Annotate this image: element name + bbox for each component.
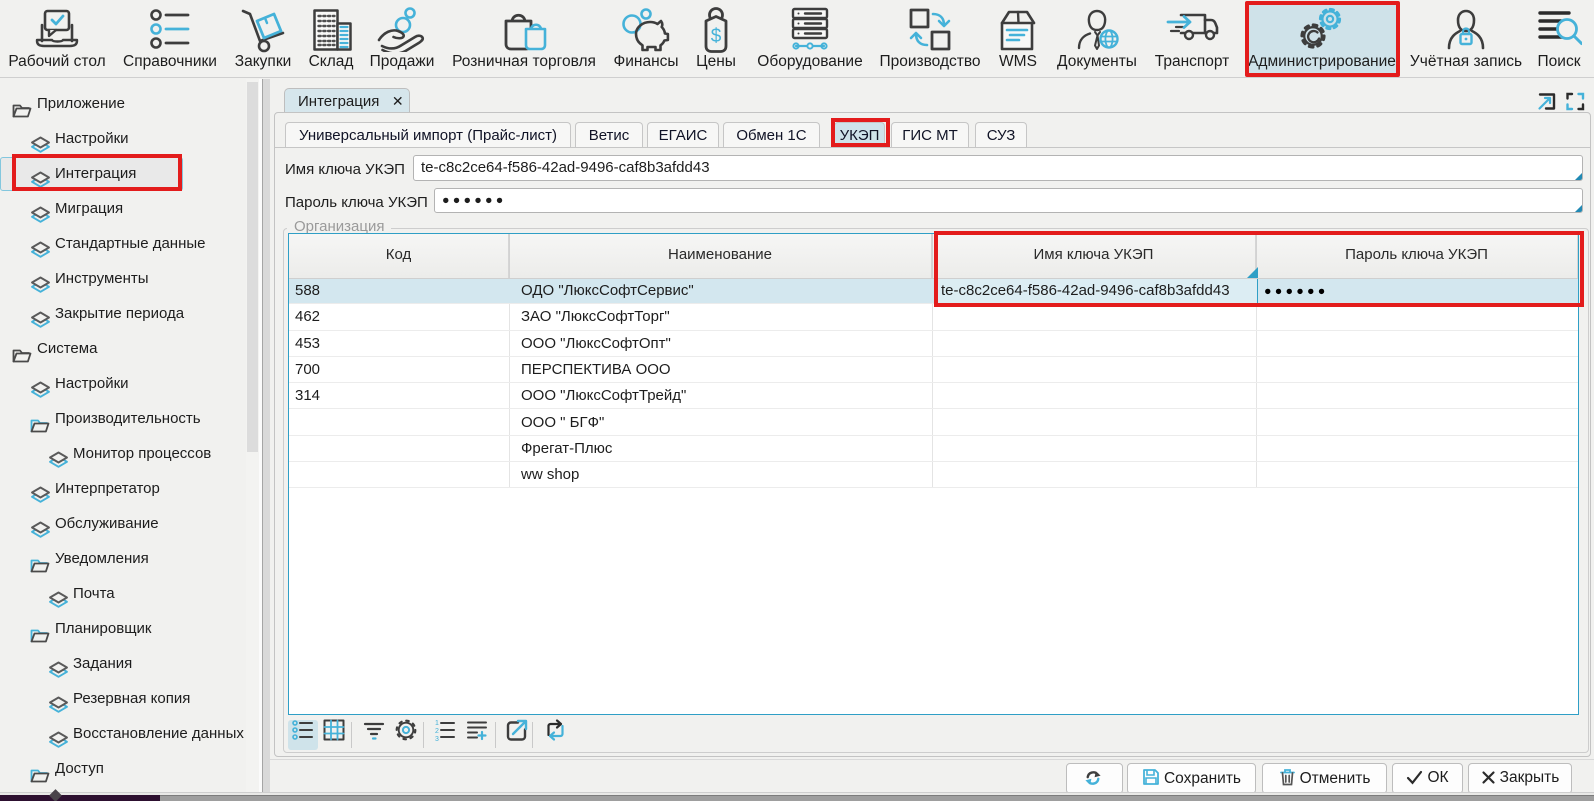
- svg-text:2: 2: [435, 728, 439, 735]
- svg-text:1: 1: [435, 720, 439, 727]
- svg-text:3: 3: [435, 736, 439, 742]
- svg-text:$: $: [711, 26, 722, 47]
